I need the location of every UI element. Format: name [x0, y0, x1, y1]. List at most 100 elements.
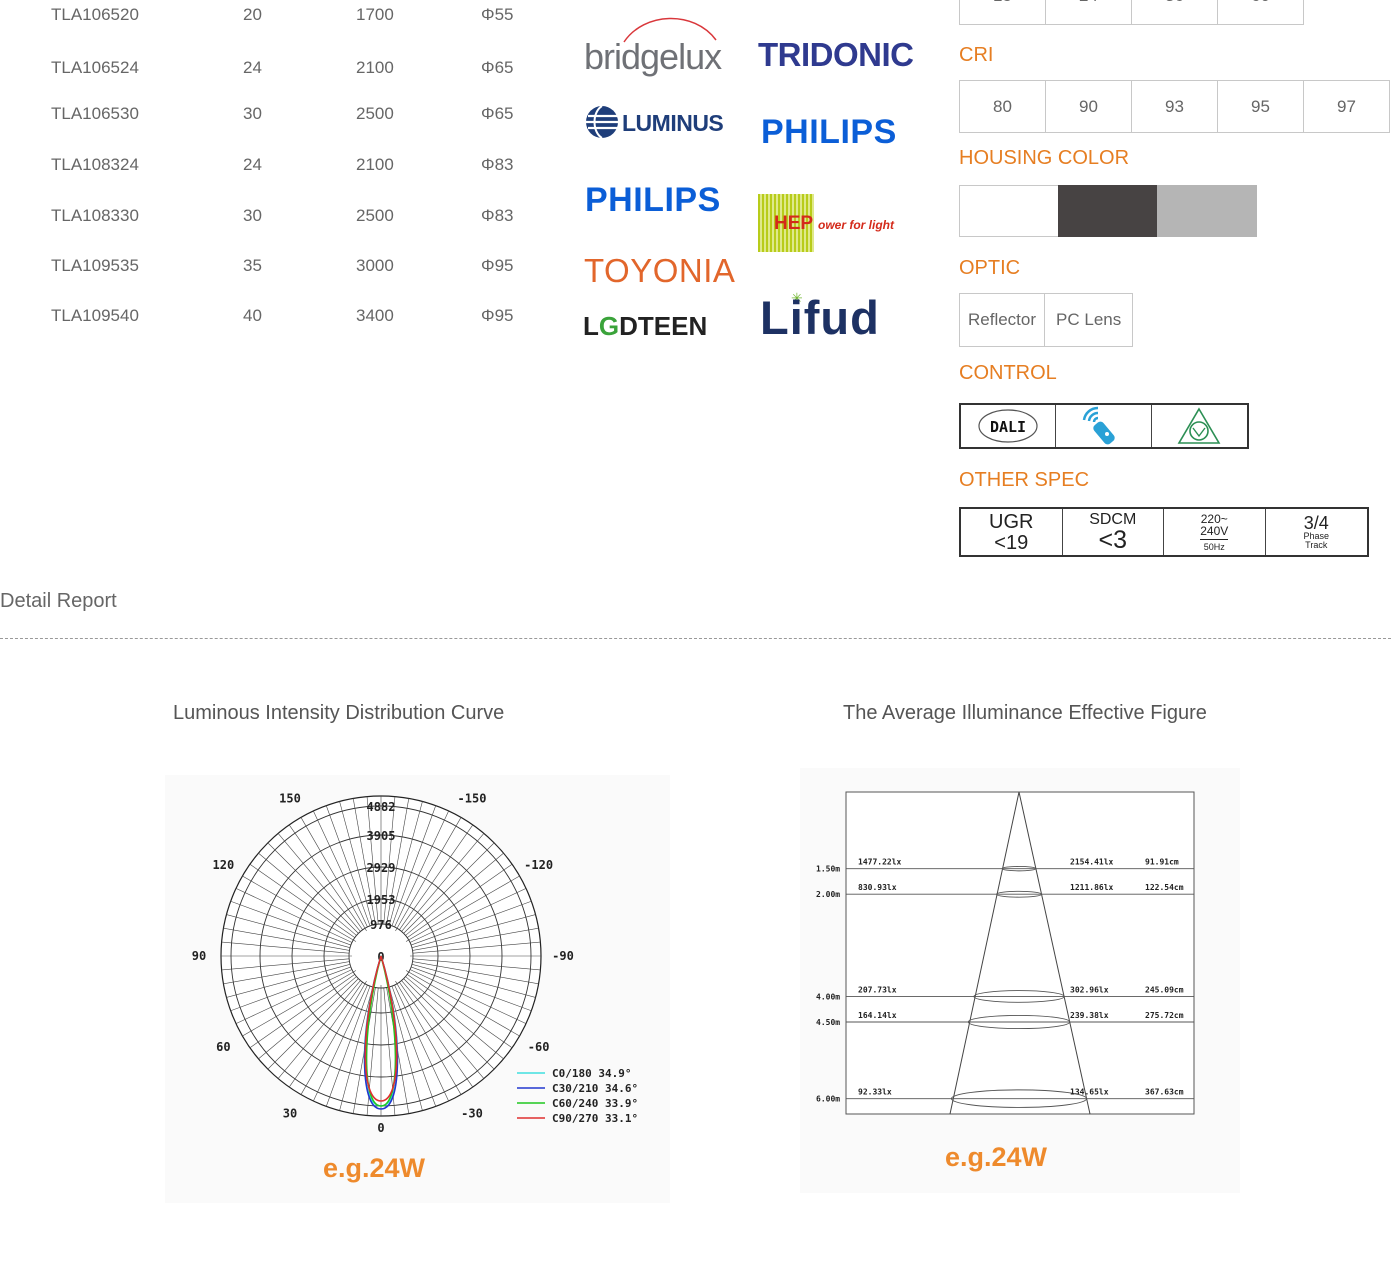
- watt-cell: 24: [243, 155, 262, 174]
- luminus-globe-icon: [586, 105, 618, 139]
- angle-tick-label: 0: [377, 1121, 384, 1135]
- detail-report-heading: Detail Report: [0, 590, 117, 612]
- ledteen-text-a: L: [583, 311, 599, 341]
- cct-option[interactable]: 24: [1045, 0, 1132, 25]
- table-row: TLA106520 20 1700 Φ55: [0, 5, 560, 25]
- cct-option[interactable]: 36: [1131, 0, 1218, 25]
- sdcm-spec: SDCM <3: [1063, 509, 1164, 555]
- phase-track-spec: 3/4 Phase Track: [1303, 513, 1330, 550]
- diameter-cell: Φ95: [481, 306, 514, 325]
- lifud-logo-text: Lifud: [760, 291, 880, 344]
- table-row: TLA106524 24 2100 Φ65: [0, 58, 560, 78]
- spot-diameter-label: 367.63cm: [1145, 1088, 1184, 1097]
- spot-diameter-label: 245.09cm: [1145, 985, 1184, 994]
- polar-chart: 976 1953 2929 3905 4882 -150 150 -120 120 -90 90 -6…: [165, 775, 670, 1203]
- tridonic-logo: TRIDONIC: [758, 36, 914, 73]
- luminus-logo-text: LUMINUS: [622, 110, 724, 136]
- dali-icon: DALI: [978, 409, 1038, 443]
- angle-tick-label: 90: [192, 949, 206, 963]
- lumen-cell: 3000: [356, 256, 394, 275]
- bridgelux-logo: bridgelux: [584, 14, 724, 77]
- cri-option[interactable]: 93: [1131, 80, 1218, 133]
- spot-diameter-label: 275.72cm: [1145, 1011, 1184, 1020]
- optic-options: Reflector PC Lens: [959, 293, 1134, 347]
- cone-chart-svg: 1.50m 1477.22lx 2154.41lx 91.91cm 2.00m 830.9…: [816, 791, 1195, 1115]
- svg-text:DALI: DALI: [990, 418, 1026, 436]
- watt-cell: 20: [243, 5, 262, 24]
- cct-options: 15 24 36 60: [959, 0, 1304, 25]
- lifud-logo: ✳ Lifud: [760, 290, 900, 346]
- model-cell: TLA106524: [51, 58, 139, 77]
- angle-tick-label: 30: [283, 1107, 297, 1121]
- housing-color-options: [959, 185, 1257, 237]
- center-lux-label: 239.38lx: [1070, 1011, 1109, 1020]
- housing-color-grey[interactable]: [1157, 185, 1257, 237]
- radial-tick-label: 3905: [367, 829, 396, 843]
- angle-tick-label: 120: [213, 858, 235, 872]
- cri-options: 80 90 93 95 97: [959, 80, 1390, 133]
- polar-chart-title: Luminous Intensity Distribution Curve: [173, 702, 505, 724]
- optic-pc-lens-option[interactable]: PC Lens: [1044, 293, 1134, 347]
- polar-chart-svg: 976 1953 2929 3905 4882 -150 150 -120 120 -90 90 -6…: [192, 791, 638, 1135]
- angle-tick-label: 60: [216, 1040, 230, 1054]
- cct-option[interactable]: 60: [1217, 0, 1304, 25]
- lumen-cell: 2100: [356, 155, 394, 174]
- height-label: 1.50m: [816, 865, 840, 874]
- cri-title: CRI: [959, 44, 994, 66]
- remote-control-option[interactable]: [1056, 405, 1152, 447]
- spot-diameter-label: 122.54cm: [1145, 883, 1184, 892]
- model-cell: TLA108330: [51, 206, 139, 225]
- control-title: CONTROL: [959, 362, 1057, 384]
- watt-cell: 30: [243, 104, 262, 123]
- cct-option[interactable]: 15: [959, 0, 1046, 25]
- table-row: TLA108324 24 2100 Φ83: [0, 155, 560, 175]
- lumen-cell: 2100: [356, 58, 394, 77]
- model-cell: TLA109535: [51, 256, 139, 275]
- average-lux-label: 164.14lx: [858, 1011, 897, 1020]
- spot-diameter-label: 91.91cm: [1145, 858, 1179, 867]
- optic-title: OPTIC: [959, 257, 1021, 279]
- radial-tick-label: 2929: [367, 861, 396, 875]
- dali-control-option[interactable]: DALI: [961, 405, 1057, 447]
- height-label: 2.00m: [816, 890, 840, 899]
- other-spec-title: OTHER SPEC: [959, 469, 1090, 491]
- average-lux-label: 92.33lx: [858, 1088, 892, 1097]
- housing-color-white[interactable]: [959, 185, 1059, 237]
- cri-option[interactable]: 97: [1303, 80, 1390, 133]
- triac-dimmer-option[interactable]: [1152, 405, 1247, 447]
- model-cell: TLA106520: [51, 5, 139, 24]
- bridgelux-logo-text: bridgelux: [584, 36, 722, 77]
- philips-logo: PHILIPS: [761, 113, 897, 151]
- section-divider: [0, 638, 1391, 639]
- angle-tick-label: -90: [552, 949, 574, 963]
- ugr-spec: UGR <19: [961, 509, 1063, 555]
- example-wattage-label: e.g.24W: [323, 1153, 426, 1183]
- lumen-cell: 2500: [356, 206, 394, 225]
- diameter-cell: Φ95: [481, 256, 514, 275]
- height-label: 4.50m: [816, 1018, 840, 1027]
- diameter-cell: Φ65: [481, 104, 514, 123]
- angle-tick-label: -30: [461, 1107, 483, 1121]
- lumen-cell: 2500: [356, 104, 394, 123]
- watt-cell: 30: [243, 206, 262, 225]
- angle-tick-label: -120: [524, 858, 553, 872]
- cri-option[interactable]: 90: [1045, 80, 1132, 133]
- voltage-spec: 220~ 240V 50Hz: [1164, 509, 1266, 555]
- watt-cell: 40: [243, 306, 262, 325]
- cri-option[interactable]: 95: [1217, 80, 1304, 133]
- lumen-cell: 1700: [356, 5, 394, 24]
- toyonia-logo: TOYONIA: [584, 252, 736, 289]
- angle-tick-label: 150: [279, 791, 301, 805]
- optic-reflector-option[interactable]: Reflector: [959, 293, 1046, 347]
- cri-option[interactable]: 80: [959, 80, 1046, 133]
- cone-chart-title: The Average Illuminance Effective Figure: [843, 702, 1207, 724]
- table-row: TLA109535 35 3000 Φ95: [0, 256, 560, 276]
- housing-color-title: HOUSING COLOR: [959, 147, 1130, 169]
- ledteen-text-b: DTEEN: [619, 311, 708, 341]
- angle-tick-label: -60: [528, 1040, 550, 1054]
- housing-color-black[interactable]: [1058, 185, 1158, 237]
- illuminance-cone-chart: 1.50m 1477.22lx 2154.41lx 91.91cm 2.00m 830.9…: [800, 768, 1240, 1193]
- control-options: DALI: [959, 403, 1249, 449]
- model-cell: TLA109540: [51, 306, 139, 325]
- average-lux-label: 207.73lx: [858, 985, 897, 994]
